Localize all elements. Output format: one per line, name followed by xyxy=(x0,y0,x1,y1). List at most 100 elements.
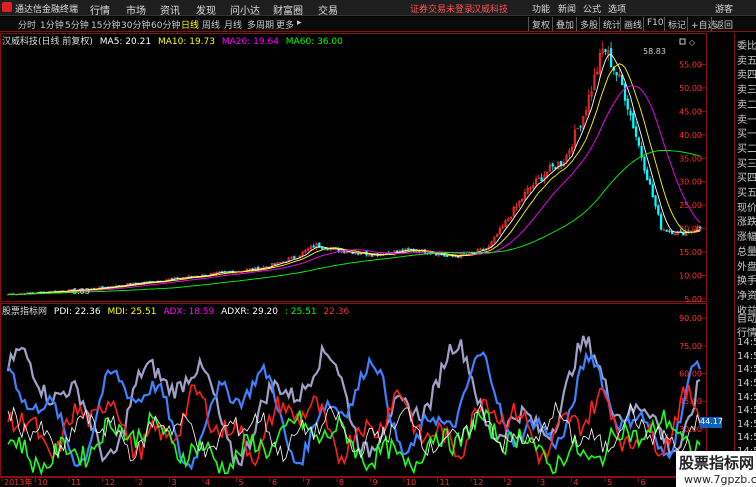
tick-row-label: 14:5 xyxy=(737,337,756,349)
quote-row-label: 卖五 xyxy=(737,55,756,67)
price-tick-label: 25.00 xyxy=(679,201,702,210)
candle-body xyxy=(698,226,702,229)
x-tick-label: 12 xyxy=(105,478,115,487)
candle-body xyxy=(609,48,613,68)
period-30min[interactable]: 30分钟 xyxy=(121,18,150,31)
quote-row-label: 卖一 xyxy=(737,114,756,126)
btn-overlay[interactable]: 叠加 xyxy=(552,17,577,31)
tick-row-label: 14:5 xyxy=(737,391,756,403)
candle-body xyxy=(668,230,671,232)
candle-body xyxy=(370,254,374,257)
candle-body xyxy=(643,156,646,171)
x-tick-label: 11 xyxy=(71,478,81,487)
candle-body xyxy=(629,110,632,116)
x-tick-label: 4 xyxy=(574,478,579,487)
current-stock-name: 汉威科技 xyxy=(472,5,509,15)
panel-settings-icon xyxy=(679,38,686,45)
candle-body xyxy=(443,254,446,257)
period-60min[interactable]: 60分钟 xyxy=(151,18,180,31)
adxr-label: ADXR: 29.20 xyxy=(221,307,279,317)
quote-row-label: 买四 xyxy=(737,173,756,185)
candle-body xyxy=(637,137,640,146)
candle-body xyxy=(632,112,635,129)
period-more[interactable]: 更多 xyxy=(276,18,294,31)
candle-body xyxy=(395,250,399,253)
btn-mark[interactable]: 标记 xyxy=(664,17,689,31)
adx-label: ADX: 18.59 xyxy=(163,307,215,317)
candle-body xyxy=(634,126,638,137)
quote-row-label: 现价 xyxy=(737,202,756,214)
quote-row-label: 总量 xyxy=(737,246,756,258)
x-tick-label: 4 xyxy=(205,478,210,487)
menu-item-news[interactable]: 资讯 xyxy=(160,2,180,17)
tick-row-label: 14:5 xyxy=(737,405,756,417)
pdi-label: PDI: 22.36 xyxy=(53,307,101,317)
menu-item-market[interactable]: 行情 xyxy=(90,2,110,17)
period-1min[interactable]: 1分钟 xyxy=(40,18,64,31)
candle-body xyxy=(312,245,315,248)
x-tick-label: 10 xyxy=(38,478,48,487)
tick-row-label: 14:5 xyxy=(737,432,756,444)
kline-chart[interactable]: 55.0050.0045.0040.0035.0030.0025.0020.00… xyxy=(0,33,734,487)
menu-options[interactable]: 选项 xyxy=(608,2,626,15)
indicator-title[interactable]: 股票指标网 xyxy=(2,307,47,317)
candle-body xyxy=(651,184,654,198)
price-tick-label: 45.00 xyxy=(679,107,702,116)
btn-draw[interactable]: 画线 xyxy=(620,17,645,31)
candle-body xyxy=(170,278,174,280)
candle-body xyxy=(626,98,629,110)
period-toolbar: 分时 1分钟 5分钟 15分钟 30分钟 60分钟 日线 周线 月线 多周期 更… xyxy=(0,17,756,32)
more-arrow-icon[interactable]: ▸ xyxy=(297,18,302,28)
candle-body xyxy=(445,255,449,257)
candle-body xyxy=(623,83,627,101)
period-weekly[interactable]: 周线 xyxy=(202,18,220,31)
candle-body xyxy=(665,229,668,232)
menu-formula[interactable]: 公式 xyxy=(583,2,601,15)
x-tick-label: 8 xyxy=(339,478,344,487)
menu-item-discover[interactable]: 发现 xyxy=(196,2,216,17)
menu-function[interactable]: 功能 xyxy=(532,2,550,15)
menu-item-trade[interactable]: 交易 xyxy=(318,2,338,17)
period-timeshare[interactable]: 分时 xyxy=(18,18,36,31)
menu-item-ask[interactable]: 问小达 xyxy=(230,2,260,17)
candle-body xyxy=(648,178,652,185)
x-tick-label: 5 xyxy=(239,478,244,487)
menu-item-wealth[interactable]: 财富圈 xyxy=(273,2,303,17)
menu-news[interactable]: 新闻 xyxy=(558,2,576,15)
period-5min[interactable]: 5分钟 xyxy=(65,18,89,31)
price-tick-label: 30.00 xyxy=(679,178,702,187)
period-multi[interactable]: 多周期 xyxy=(247,18,274,31)
candle-body xyxy=(407,248,410,250)
period-15min[interactable]: 15分钟 xyxy=(91,18,120,31)
price-tick-label: 5.00 xyxy=(684,295,702,304)
candle-body xyxy=(457,256,460,258)
tick-row-label: 14:5 xyxy=(737,378,756,389)
btn-back[interactable]: 返回 xyxy=(711,17,736,31)
ma10-label: MA10: 19.73 xyxy=(157,37,215,47)
guest-user[interactable]: 游客 xyxy=(715,2,733,15)
quote-row-label: 净资 xyxy=(737,290,756,302)
period-daily[interactable]: 日线 xyxy=(181,18,199,31)
x-tick-label: 2 xyxy=(138,478,143,487)
candle-body xyxy=(604,49,607,52)
candle-body xyxy=(615,72,618,76)
ma5-label: MA5: 20.21 xyxy=(99,37,152,47)
x-tick-label: 2 xyxy=(507,478,512,487)
tick-row-label: 14:5 xyxy=(737,418,756,430)
period-monthly[interactable]: 月线 xyxy=(224,18,242,31)
quote-row-label: 委比 xyxy=(737,41,756,52)
btn-multi-stock[interactable]: 多股 xyxy=(576,17,601,31)
ma20-line xyxy=(7,85,701,295)
ma20-label: MA20: 19.64 xyxy=(221,37,279,47)
btn-adjust[interactable]: 复权 xyxy=(528,17,553,31)
tick-row-label: 14:5 xyxy=(737,350,756,362)
watermark-url: www.7gpzb.com xyxy=(684,473,756,486)
login-warning[interactable]: 证券交易未登录 xyxy=(410,2,473,15)
x-tick-label: 3 xyxy=(172,478,177,487)
x-tick-label: 12 xyxy=(473,478,483,487)
x-tick-label: 5 xyxy=(607,478,612,487)
candle-body xyxy=(579,126,582,128)
menu-item-markets[interactable]: 市场 xyxy=(126,2,146,17)
quote-side-panel: 委比 卖五 卖四 卖三 卖二 卖一 买一 买二 买三 买四 买五 现价 涨跌 涨幅 总量 外盘 换手 净资 收益 自动… xyxy=(734,33,756,487)
red-line-label: 22.36 xyxy=(323,307,350,317)
